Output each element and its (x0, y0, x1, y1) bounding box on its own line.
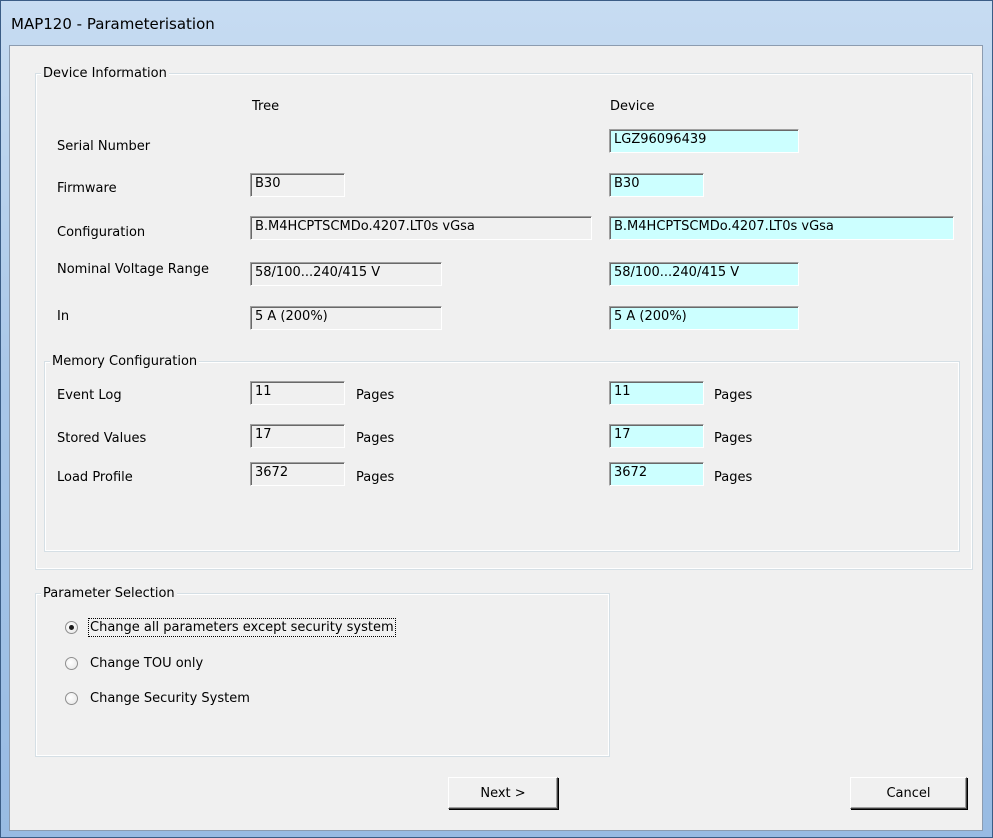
dialog-client-area: Device Information Tree Device Serial Nu… (9, 45, 983, 831)
radio-label-change-security: Change Security System (90, 691, 250, 706)
serial-number-device-field[interactable]: LGZ96096439 (609, 129, 799, 153)
memory-configuration-caption: Memory Configuration (50, 354, 200, 369)
title-bar[interactable]: MAP120 - Parameterisation (1, 1, 992, 45)
load-profile-tree-field[interactable]: 3672 (250, 462, 345, 486)
radio-change-security-system[interactable]: Change Security System (65, 691, 250, 706)
stored-values-device-unit: Pages (714, 431, 753, 446)
configuration-device-field[interactable]: B.M4HCPTSCMDo.4207.LT0s vGsa (609, 216, 954, 240)
configuration-label: Configuration (57, 225, 146, 240)
radio-selected-indicator[interactable] (65, 621, 78, 634)
load-profile-device-unit: Pages (714, 470, 753, 485)
radio-label-change-all: Change all parameters except security sy… (88, 618, 396, 637)
memory-configuration-group (44, 361, 960, 552)
nominal-voltage-tree-field[interactable]: 58/100...240/415 V (250, 262, 442, 286)
parameter-selection-caption: Parameter Selection (41, 586, 177, 601)
radio-label-change-tou: Change TOU only (90, 656, 204, 671)
window-title: MAP120 - Parameterisation (11, 15, 215, 33)
parameter-selection-group (35, 593, 610, 757)
firmware-tree-field[interactable]: B30 (250, 173, 345, 197)
in-device-field[interactable]: 5 A (200%) (609, 306, 799, 330)
firmware-device-field[interactable]: B30 (609, 173, 704, 197)
event-log-device-unit: Pages (714, 388, 753, 403)
device-column-header: Device (610, 99, 655, 114)
tree-column-header: Tree (252, 99, 280, 114)
configuration-tree-field[interactable]: B.M4HCPTSCMDo.4207.LT0s vGsa (250, 216, 592, 240)
event-log-tree-unit: Pages (356, 388, 395, 403)
in-label: In (57, 309, 70, 324)
radio-change-all-except-security[interactable]: Change all parameters except security sy… (65, 618, 396, 637)
event-log-label: Event Log (57, 388, 122, 403)
event-log-tree-field[interactable]: 11 (250, 381, 345, 405)
parameterisation-window: MAP120 - Parameterisation Device Informa… (0, 0, 993, 838)
radio-unselected-indicator[interactable] (65, 657, 78, 670)
firmware-label: Firmware (57, 181, 117, 196)
load-profile-label: Load Profile (57, 470, 133, 485)
cancel-button[interactable]: Cancel (850, 777, 967, 809)
stored-values-tree-unit: Pages (356, 431, 395, 446)
radio-unselected-indicator[interactable] (65, 692, 78, 705)
serial-number-label: Serial Number (57, 139, 151, 154)
nominal-voltage-device-field[interactable]: 58/100...240/415 V (609, 262, 799, 286)
load-profile-tree-unit: Pages (356, 470, 395, 485)
in-tree-field[interactable]: 5 A (200%) (250, 306, 442, 330)
stored-values-device-field[interactable]: 17 (609, 424, 704, 448)
stored-values-label: Stored Values (57, 431, 147, 446)
load-profile-device-field[interactable]: 3672 (609, 462, 704, 486)
nominal-voltage-range-label: Nominal Voltage Range (57, 262, 210, 277)
device-information-caption: Device Information (41, 66, 169, 81)
event-log-device-field[interactable]: 11 (609, 381, 704, 405)
stored-values-tree-field[interactable]: 17 (250, 424, 345, 448)
next-button[interactable]: Next > (448, 777, 558, 809)
radio-change-tou-only[interactable]: Change TOU only (65, 656, 203, 671)
